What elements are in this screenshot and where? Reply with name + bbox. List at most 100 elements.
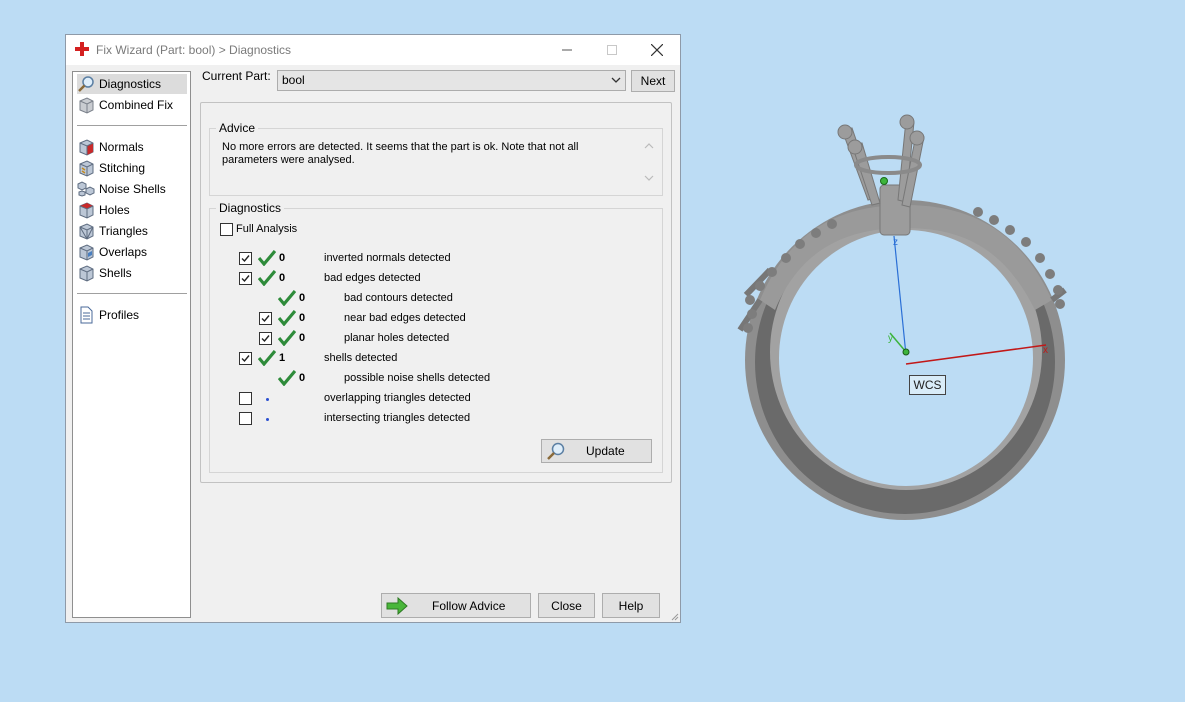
- cube-icon: [79, 97, 94, 114]
- triangles-cube-icon: [79, 223, 94, 240]
- current-part-label: Current Part:: [202, 69, 271, 83]
- sidebar-item-profiles[interactable]: Profiles: [77, 305, 187, 325]
- close-window-button[interactable]: [634, 35, 679, 65]
- intersecting-triangles-label: intersecting triangles detected: [324, 412, 471, 424]
- maximize-button[interactable]: [589, 35, 634, 65]
- checkmark-icon: [241, 255, 250, 263]
- chevron-down-icon: [611, 77, 621, 83]
- overlapping-triangles-label: overlapping triangles detected: [324, 392, 471, 404]
- pending-dot-icon: [266, 398, 269, 401]
- sidebar-item-label: Normals: [99, 140, 144, 154]
- update-label: Update: [586, 444, 625, 458]
- minimize-icon: [561, 49, 572, 51]
- shells-count: 1: [279, 352, 286, 364]
- ok-check-icon: [278, 310, 296, 326]
- near-bad-edges-checkbox[interactable]: [259, 312, 272, 325]
- next-button[interactable]: Next: [631, 70, 675, 92]
- sidebar-item-overlaps[interactable]: Overlaps: [77, 242, 187, 262]
- inverted-normals-label: inverted normals detected: [324, 252, 451, 264]
- sidebar: Diagnostics Combined Fix Normals Stitchi…: [72, 71, 191, 618]
- sidebar-item-diagnostics[interactable]: Diagnostics: [77, 74, 187, 94]
- bad-contours-label: bad contours detected: [344, 292, 453, 304]
- current-part-select[interactable]: bool: [277, 70, 626, 91]
- red-cross-icon: [75, 42, 89, 56]
- close-button[interactable]: Close: [538, 593, 595, 618]
- planar-holes-count: 0: [299, 332, 306, 344]
- current-part-value: bool: [282, 73, 305, 87]
- sidebar-item-holes[interactable]: Holes: [77, 200, 187, 220]
- stitching-cube-icon: [79, 160, 94, 177]
- title-bar[interactable]: Fix Wizard (Part: bool) > Diagnostics: [66, 35, 680, 65]
- minimize-button[interactable]: [544, 35, 589, 65]
- overlaps-cube-icon: [79, 244, 94, 261]
- overlapping-triangles-checkbox[interactable]: [239, 392, 252, 405]
- checkmark-icon: [261, 315, 270, 323]
- intersecting-triangles-checkbox[interactable]: [239, 412, 252, 425]
- planar-holes-checkbox[interactable]: [259, 332, 272, 345]
- near-bad-edges-label: near bad edges detected: [344, 312, 466, 324]
- advice-title: Advice: [216, 121, 259, 135]
- window-title: Fix Wizard (Part: bool) > Diagnostics: [96, 43, 292, 57]
- help-button[interactable]: Help: [602, 593, 660, 618]
- near-bad-edges-count: 0: [299, 312, 306, 324]
- ok-check-icon: [258, 270, 276, 286]
- inverted-normals-checkbox[interactable]: [239, 252, 252, 265]
- close-icon: [650, 44, 663, 56]
- resize-grip-icon[interactable]: [669, 611, 679, 621]
- follow-advice-button[interactable]: Follow Advice: [381, 593, 531, 618]
- next-button-label: Next: [640, 74, 666, 88]
- y-axis-label: y: [888, 333, 893, 344]
- planar-holes-label: planar holes detected: [344, 332, 450, 344]
- sidebar-item-label: Triangles: [99, 224, 148, 238]
- holes-cube-icon: [79, 202, 94, 219]
- ok-check-icon: [258, 350, 276, 366]
- bad-contours-count: 0: [299, 292, 306, 304]
- pivot-point-icon: [880, 177, 888, 185]
- arrow-right-icon: [386, 596, 408, 615]
- normals-cube-icon: [79, 139, 94, 156]
- 3d-viewport[interactable]: z x y: [700, 100, 1120, 540]
- full-analysis-checkbox[interactable]: [220, 223, 233, 236]
- sidebar-item-label: Profiles: [99, 308, 140, 322]
- sidebar-item-noise-shells[interactable]: Noise Shells: [77, 179, 187, 199]
- help-label: Help: [618, 598, 644, 613]
- x-axis-label: x: [1043, 345, 1048, 356]
- ring-hole: [779, 230, 1033, 486]
- sidebar-item-label: Noise Shells: [99, 182, 166, 196]
- sidebar-item-label: Overlaps: [99, 245, 148, 259]
- noise-shells-count: 0: [299, 372, 306, 384]
- bad-edges-count: 0: [279, 272, 286, 284]
- shells-checkbox[interactable]: [239, 352, 252, 365]
- fix-wizard-window: Fix Wizard (Part: bool) > Diagnostics Di…: [65, 34, 681, 623]
- bad-edges-checkbox[interactable]: [239, 272, 252, 285]
- diagnostics-title: Diagnostics: [216, 201, 285, 215]
- sidebar-divider: [77, 125, 187, 126]
- sidebar-divider: [77, 293, 187, 294]
- sidebar-item-label: Shells: [99, 266, 132, 280]
- inverted-normals-count: 0: [279, 252, 286, 264]
- update-button[interactable]: Update: [541, 439, 652, 463]
- sidebar-item-normals[interactable]: Normals: [77, 137, 187, 157]
- ok-check-icon: [258, 250, 276, 266]
- ok-check-icon: [278, 290, 296, 306]
- sidebar-item-label: Holes: [99, 203, 130, 217]
- sidebar-item-label: Diagnostics: [99, 77, 162, 91]
- checkmark-icon: [241, 355, 250, 363]
- sidebar-item-label: Combined Fix: [99, 98, 174, 112]
- document-icon: [80, 306, 93, 324]
- origin-point-icon: [902, 348, 910, 356]
- ok-check-icon: [278, 330, 296, 346]
- sidebar-item-stitching[interactable]: Stitching: [77, 158, 187, 178]
- z-axis-label: z: [893, 237, 898, 248]
- noise-shells-icon: [77, 181, 95, 197]
- full-analysis-label: Full Analysis: [236, 223, 298, 235]
- pending-dot-icon: [266, 418, 269, 421]
- shells-label: shells detected: [324, 352, 398, 364]
- sidebar-item-combined-fix[interactable]: Combined Fix: [77, 95, 187, 115]
- noise-shells-label: possible noise shells detected: [344, 372, 491, 384]
- bad-edges-label: bad edges detected: [324, 272, 421, 284]
- sidebar-item-shells[interactable]: Shells: [77, 263, 187, 283]
- advice-scrollbar[interactable]: [642, 139, 656, 185]
- close-label: Close: [551, 598, 582, 613]
- sidebar-item-triangles[interactable]: Triangles: [77, 221, 187, 241]
